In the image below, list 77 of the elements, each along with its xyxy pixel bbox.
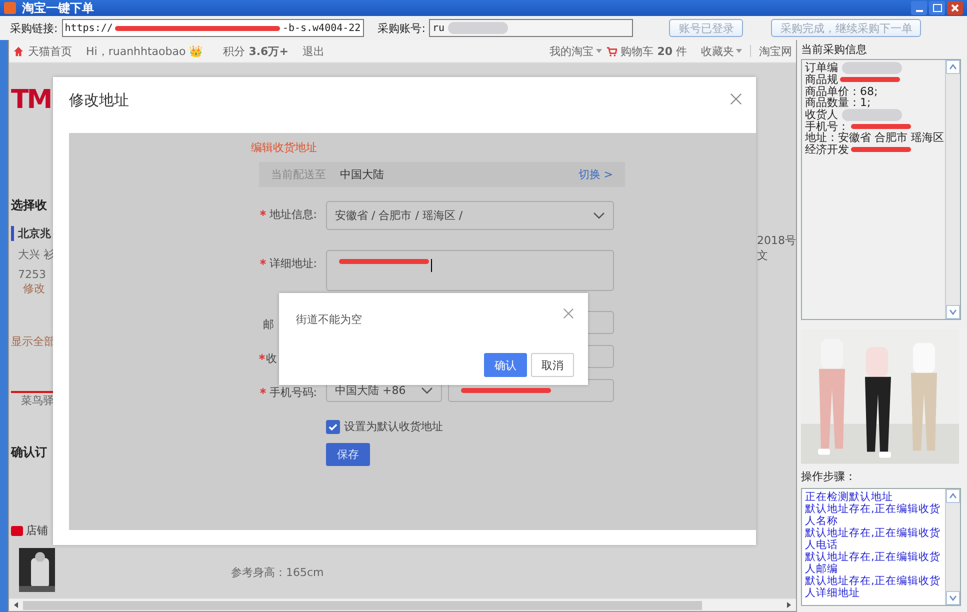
confirm-button[interactable]: 确认	[484, 353, 527, 377]
cart-icon	[606, 46, 617, 56]
nav-menu[interactable]: 我的淘宝	[550, 44, 594, 58]
field-label: 收	[266, 352, 277, 365]
shop-label: 店铺	[26, 523, 48, 538]
info-title: 当前采购信息	[801, 42, 868, 57]
caret-icon	[596, 49, 602, 53]
field-label: 手机号码:	[269, 386, 317, 399]
close-icon[interactable]	[947, 1, 963, 15]
url-field[interactable]: https:// -b-s.w4004-22	[62, 19, 364, 37]
section-title: 编辑收货地址	[251, 140, 318, 155]
step-text: 正在检测默认地址	[805, 491, 894, 504]
shop-tag-icon	[11, 526, 23, 536]
scroll-up-icon[interactable]	[946, 489, 960, 504]
checkbox-label: 设置为默认收货地址	[344, 419, 443, 434]
address-textarea[interactable]	[326, 250, 614, 291]
link-label: 采购链接:	[10, 20, 58, 36]
scroll-right-icon[interactable]	[786, 602, 792, 608]
step-text: 默认地址存在,正在编辑收货人电话	[805, 527, 942, 552]
window-title: 淘宝一键下单	[22, 0, 94, 16]
link[interactable]: 修改	[11, 281, 55, 296]
info-line: 商品规	[805, 74, 838, 86]
caret-icon	[736, 49, 742, 53]
horizontal-scrollbar[interactable]	[9, 598, 796, 611]
checkbox[interactable]	[326, 420, 340, 434]
step-text: 默认地址存在,正在编辑收货人邮编	[805, 551, 942, 576]
step-text: 默认地址存在,正在编辑收货人名称	[805, 503, 942, 528]
info-line: 商品单价：68;	[805, 86, 878, 97]
step-text: 默认地址存在,正在编辑收货人详细地址	[805, 575, 942, 600]
account-label: 采购账号:	[378, 20, 426, 36]
vertical-scrollbar[interactable]	[945, 60, 960, 320]
close-icon[interactable]	[563, 308, 574, 319]
dialog-title: 修改地址	[69, 91, 129, 110]
info-line: 经济开发	[805, 144, 849, 155]
minimize-icon[interactable]	[911, 1, 927, 15]
scroll-down-icon[interactable]	[946, 590, 960, 605]
chevron-icon	[421, 386, 433, 394]
nav-link[interactable]: 天猫首页	[28, 44, 72, 58]
user-greeting: Hi，ruanhhtaobao 👑	[86, 44, 204, 58]
info-line: 收货人	[805, 108, 838, 120]
section-heading: 选择收	[11, 197, 48, 214]
favorites-menu[interactable]: 收藏夹	[701, 44, 734, 58]
maximize-icon[interactable]	[929, 1, 945, 15]
info-line: 商品数量：1;	[805, 97, 871, 108]
info-line: 订单编	[805, 62, 838, 74]
scroll-left-icon[interactable]	[13, 602, 19, 608]
field-label: 地址信息:	[269, 208, 317, 221]
info-line: 地址：安徽省 合肥市 瑶海区	[805, 132, 944, 144]
field-label: 邮	[263, 318, 274, 331]
address-text: 7253	[17, 268, 47, 281]
save-button[interactable]: 保存	[326, 443, 370, 466]
points-text: 积分 3.6万+	[223, 44, 288, 58]
text-cursor	[431, 259, 432, 272]
logo: TM	[11, 85, 52, 115]
switch-link[interactable]: 切换 >	[578, 167, 613, 182]
account-field[interactable]: ru	[429, 19, 634, 37]
chevron-icon	[593, 212, 605, 220]
scroll-up-icon[interactable]	[946, 60, 960, 74]
home-icon	[13, 46, 24, 56]
page-text: 2018号文	[757, 233, 796, 263]
cart-link[interactable]: 购物车 20 件	[620, 44, 687, 58]
info-line: 手机号：	[805, 120, 849, 132]
steps-title: 操作步骤：	[801, 469, 857, 484]
delivery-label: 当前配送至	[271, 167, 326, 182]
app-icon	[4, 2, 16, 14]
close-icon[interactable]	[730, 93, 742, 105]
alert-message: 街道不能为空	[296, 312, 362, 327]
cancel-button[interactable]: 取消	[531, 353, 574, 377]
address-select[interactable]: 安徽省 / 合肥市 / 瑶海区 /	[326, 201, 614, 230]
scroll-down-icon[interactable]	[946, 305, 960, 320]
section-heading: 确认订	[11, 444, 48, 461]
vertical-scrollbar[interactable]	[945, 489, 960, 605]
product-note: 参考身高：165cm	[231, 565, 324, 580]
logout-link[interactable]: 退出	[302, 44, 324, 58]
field-label: 详细地址:	[269, 257, 317, 270]
site-link[interactable]: 淘宝网	[759, 44, 792, 58]
delivery-value: 中国大陆	[340, 167, 384, 182]
